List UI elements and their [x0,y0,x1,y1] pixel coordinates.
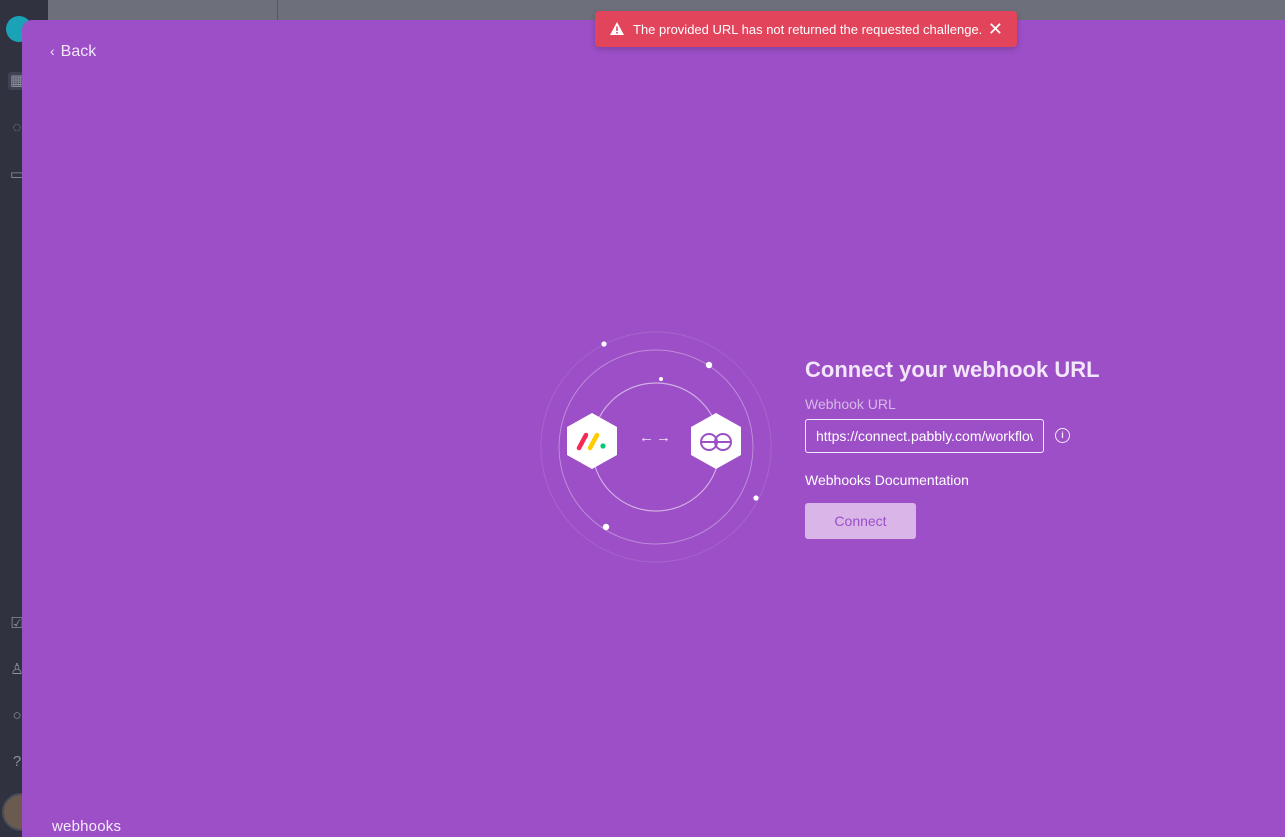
chevron-left-icon: ‹ [50,43,55,59]
monday-logo-icon [565,411,619,471]
webhook-url-label: Webhook URL [805,396,896,412]
webhooks-documentation-link[interactable]: Webhooks Documentation [805,472,969,488]
swap-arrows-icon: ←→ [639,429,673,446]
connect-button[interactable]: Connect [805,503,916,539]
webhook-url-input[interactable] [805,419,1044,453]
webhooks-brand-logo: webhooks [52,818,122,835]
webhooks-logo-icon [689,411,743,471]
error-toast: The provided URL has not returned the re… [595,11,1017,47]
back-button[interactable]: ‹ Back [50,43,96,61]
topbar-divider [277,0,278,20]
page-title: Connect your webhook URL [805,357,1100,382]
info-icon[interactable]: i [1055,428,1070,443]
warning-icon [609,21,625,37]
close-icon[interactable]: ✕ [988,20,1003,38]
toast-message: The provided URL has not returned the re… [633,21,983,37]
integration-illustration: ←→ [538,329,774,565]
back-label: Back [60,43,97,60]
webhook-modal: ‹ Back ←→ Connect your webhook URL Webho… [22,20,1285,837]
